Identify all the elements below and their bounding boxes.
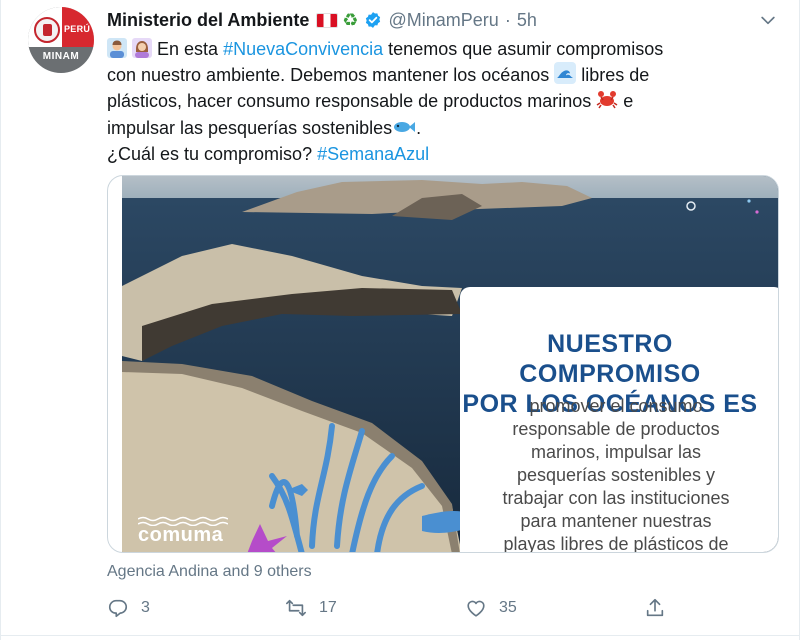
tweet-text-segment: ¿Cuál es tu compromiso? xyxy=(107,143,318,164)
fish-emoji-icon xyxy=(394,121,416,132)
tweet-text-segment: plásticos, hacer consumo responsable de … xyxy=(107,91,597,112)
tweet-text-segment: En esta xyxy=(157,39,224,59)
water-wave-emoji-icon xyxy=(554,62,577,85)
card-body-line: responsable de productos xyxy=(512,419,720,439)
tweet-text-segment: tenemos que asumir compromisos xyxy=(383,39,664,59)
card-title-line: NUESTRO COMPROMISO xyxy=(519,330,701,388)
tweet-line-5: ¿Cuál es tu compromiso? #SemanaAzul xyxy=(107,141,787,167)
tweet-text-segment: con nuestro ambiente. Debemos mantener l… xyxy=(107,65,555,86)
card-body-line: playas libres de plásticos de xyxy=(503,534,729,553)
tweet-text-segment: e xyxy=(618,91,634,112)
reply-icon xyxy=(108,599,128,618)
card-body-line: promover el consumo xyxy=(529,396,703,416)
hashtag-nuevaconvivencia[interactable]: #NuevaConvivencia xyxy=(223,39,383,59)
like-count: 35 xyxy=(499,599,517,616)
share-icon xyxy=(646,598,664,617)
tweet-line-1: En esta #NuevaConvivencia tenemos que as… xyxy=(107,36,787,62)
tweet-text-segment: libres de xyxy=(576,65,650,86)
liked-by-link[interactable]: Agencia Andina and 9 others xyxy=(107,563,312,581)
retweet-button[interactable]: 17 xyxy=(285,597,337,619)
retweet-count: 17 xyxy=(319,599,337,616)
commitment-card: NUESTRO COMPROMISO POR LOS OCÉANOS ES pr… xyxy=(460,287,778,553)
crab-emoji-icon xyxy=(596,91,618,109)
tweet-line-4: impulsar las pesquerías sostenibles. xyxy=(107,115,787,141)
hashtag-semanaazul[interactable]: #SemanaAzul xyxy=(317,144,429,164)
card-body: promover el consumo responsable de produ… xyxy=(466,395,766,553)
like-icon xyxy=(467,600,485,617)
tweet[interactable]: PERÚ MINAM Ministerio del Ambiente ♻ @Mi… xyxy=(0,0,800,640)
woman-emoji-icon xyxy=(132,38,153,58)
reply-count: 3 xyxy=(141,599,150,616)
card-body-line: trabajar con las instituciones xyxy=(502,488,730,508)
reply-button[interactable]: 3 xyxy=(107,597,150,619)
separator-dot: · xyxy=(504,9,511,30)
card-body-line: marinos, impulsar las xyxy=(530,442,702,462)
verified-badge-icon xyxy=(365,12,380,28)
like-button[interactable]: 35 xyxy=(465,597,517,619)
chevron-down-icon[interactable] xyxy=(758,10,778,30)
tweet-text-segment: impulsar las pesquerías sostenibles xyxy=(107,117,393,138)
card-body-line: para mantener nuestras xyxy=(520,511,712,531)
tweet-text-segment: . xyxy=(416,117,422,138)
tweet-media[interactable]: comuma NUESTRO COMPROMISO POR LOS OCÉANO… xyxy=(107,175,779,553)
tweet-line-2: con nuestro ambiente. Debemos mantener l… xyxy=(107,62,787,88)
avatar[interactable]: PERÚ MINAM xyxy=(28,7,94,73)
account-handle[interactable]: @MinamPeru xyxy=(389,10,499,31)
avatar-peru-label: PERÚ xyxy=(64,24,91,34)
card-body-line: pesquerías sostenibles y xyxy=(516,465,716,485)
peru-flag-icon xyxy=(316,12,339,28)
divider xyxy=(1,635,799,636)
tweet-line-3: plásticos, hacer consumo responsable de … xyxy=(107,88,787,114)
tweet-header: Ministerio del Ambiente ♻ @MinamPeru · 5… xyxy=(107,8,537,32)
tweet-timestamp[interactable]: 5h xyxy=(517,10,537,31)
man-emoji-icon xyxy=(107,38,127,58)
retweet-icon xyxy=(286,599,306,617)
tweet-actions: 3 17 35 xyxy=(107,597,667,623)
recycle-icon: ♻ xyxy=(342,9,359,30)
avatar-minam-label: MINAM xyxy=(42,51,80,62)
account-name[interactable]: Ministerio del Ambiente xyxy=(107,10,309,31)
comuma-watermark: comuma xyxy=(138,524,224,546)
tweet-text: En esta #NuevaConvivencia tenemos que as… xyxy=(107,36,787,167)
share-button[interactable] xyxy=(644,597,666,619)
coat-of-arms-icon xyxy=(34,17,60,43)
